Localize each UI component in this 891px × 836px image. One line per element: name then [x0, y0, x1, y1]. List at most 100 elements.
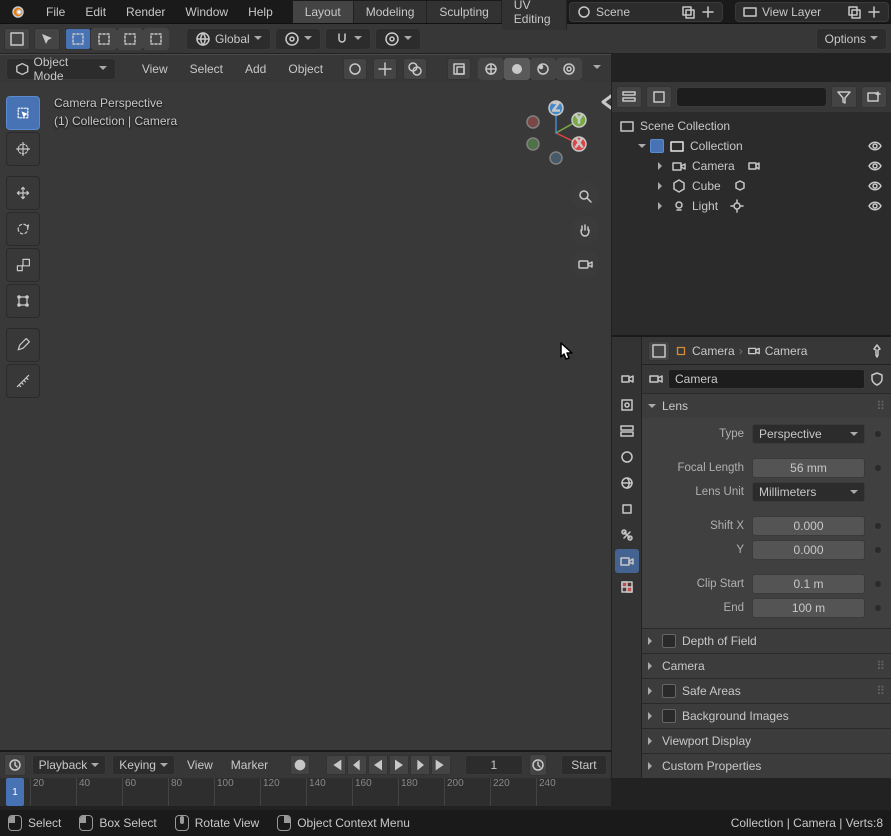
tree-item-light[interactable]: Light	[612, 196, 891, 216]
tree-scene-collection[interactable]: Scene Collection	[612, 116, 891, 136]
pin-icon[interactable]	[869, 343, 885, 359]
tool-transform[interactable]	[6, 284, 40, 318]
ptab-data-camera[interactable]	[615, 549, 639, 573]
lens-type-dropdown[interactable]: Perspective	[752, 424, 865, 444]
scene-selector[interactable]	[569, 2, 723, 22]
menu-object3d[interactable]: Object	[280, 59, 331, 79]
viewlayer-selector[interactable]	[735, 2, 889, 22]
select-mode-intersect[interactable]	[117, 28, 143, 50]
panel-lens-header[interactable]: Lens⠿	[642, 394, 891, 418]
browse-scene-icon[interactable]	[680, 4, 696, 20]
panel-customprops-header[interactable]: Custom Properties	[642, 754, 891, 778]
tool-scale[interactable]	[6, 248, 40, 282]
timeline-editor-type[interactable]	[4, 754, 26, 776]
dof-checkbox[interactable]	[662, 634, 676, 648]
new-collection-icon[interactable]	[861, 86, 887, 108]
panel-camera-header[interactable]: Camera⠿	[642, 654, 891, 678]
select-mode-extend[interactable]	[65, 28, 91, 50]
jump-end[interactable]	[431, 755, 451, 775]
datablock-name-input[interactable]	[668, 369, 865, 389]
pivot-point[interactable]	[275, 28, 321, 50]
eye-icon[interactable]	[867, 138, 883, 154]
props-editor-type[interactable]	[648, 341, 670, 361]
shading-material[interactable]	[530, 58, 556, 80]
shift-x-value[interactable]: 0.000	[752, 516, 865, 536]
new-vl-icon[interactable]	[866, 4, 882, 20]
tool-rotate[interactable]	[6, 212, 40, 246]
anim-dot[interactable]	[875, 605, 881, 611]
snap-toggle[interactable]	[325, 28, 371, 50]
breadcrumb-data[interactable]: Camera	[765, 344, 808, 358]
shading-wireframe[interactable]	[478, 58, 504, 80]
jump-prev-key[interactable]	[347, 755, 367, 775]
camera-view-gizmo[interactable]	[571, 250, 599, 278]
ptab-render[interactable]	[615, 367, 639, 391]
start-frame[interactable]: Start	[561, 755, 607, 775]
anim-dot[interactable]	[875, 523, 881, 529]
shift-y-value[interactable]: 0.000	[752, 540, 865, 560]
eye-icon[interactable]	[867, 158, 883, 174]
anim-dot[interactable]	[875, 465, 881, 471]
menu-add3d[interactable]: Add	[237, 59, 274, 79]
ptab-scene[interactable]	[615, 445, 639, 469]
overlay-popover[interactable]	[403, 58, 427, 80]
menu-window[interactable]: Window	[175, 0, 238, 23]
browse-vl-icon[interactable]	[846, 4, 862, 20]
menu-help[interactable]: Help	[238, 0, 283, 23]
panel-viewportdisplay-header[interactable]: Viewport Display	[642, 729, 891, 753]
chevron-left-icon[interactable]	[599, 94, 607, 102]
timeline-ruler[interactable]: 1 20406080100120140160180200220240	[0, 778, 611, 806]
outliner-editor-type[interactable]	[616, 86, 642, 108]
outliner-search[interactable]	[676, 87, 827, 107]
pan-gizmo[interactable]	[571, 216, 599, 244]
menu-render[interactable]: Render	[116, 0, 175, 23]
menu-file[interactable]: File	[36, 0, 75, 23]
shading-solid[interactable]	[504, 58, 530, 80]
ptab-world[interactable]	[615, 471, 639, 495]
keying-menu[interactable]: Keying	[112, 755, 175, 775]
ptab-object[interactable]	[615, 497, 639, 521]
play-reverse[interactable]	[368, 755, 388, 775]
autokey-toggle[interactable]	[290, 755, 310, 775]
ws-uvediting[interactable]: UV Editing	[502, 0, 567, 30]
anim-dot[interactable]	[875, 547, 881, 553]
object-mode-selector[interactable]: Object Mode	[6, 58, 116, 80]
eye-icon[interactable]	[867, 198, 883, 214]
menu-select3d[interactable]: Select	[182, 59, 231, 79]
anim-dot[interactable]	[875, 431, 881, 437]
ws-sculpting[interactable]: Sculpting	[427, 1, 501, 23]
eye-icon[interactable]	[867, 178, 883, 194]
viewport-options[interactable]: Options	[816, 28, 887, 50]
tool-cursor[interactable]	[6, 132, 40, 166]
select-mode-subtract[interactable]	[91, 28, 117, 50]
zoom-gizmo[interactable]	[571, 182, 599, 210]
focal-length-value[interactable]: 56 mm	[752, 458, 865, 478]
collection-enable-checkbox[interactable]	[650, 139, 664, 153]
anim-dot[interactable]	[875, 581, 881, 587]
current-frame[interactable]: 1	[465, 755, 522, 775]
frame-range-lock[interactable]	[529, 754, 547, 776]
lens-unit-dropdown[interactable]: Millimeters	[752, 482, 865, 502]
viewlayer-input[interactable]	[762, 5, 842, 19]
shading-rendered[interactable]	[556, 58, 582, 80]
safeareas-checkbox[interactable]	[662, 684, 676, 698]
tool-measure[interactable]	[6, 364, 40, 398]
ws-layout[interactable]: Layout	[293, 1, 354, 23]
outliner-display-mode[interactable]	[646, 86, 672, 108]
blender-logo[interactable]	[0, 0, 36, 23]
ptab-texture[interactable]	[615, 575, 639, 599]
timeline-marker[interactable]: Marker	[225, 758, 274, 772]
timeline-view[interactable]: View	[181, 758, 219, 772]
clip-end-value[interactable]: 100 m	[752, 598, 865, 618]
scene-input[interactable]	[596, 5, 676, 19]
menu-view3d[interactable]: View	[134, 59, 176, 79]
visibility-popover[interactable]	[343, 58, 367, 80]
panel-bgimages-header[interactable]: Background Images	[642, 704, 891, 728]
axis-gizmo[interactable]: X Y Z	[519, 96, 593, 170]
viewport-3d[interactable]: Camera Perspective (1) Collection | Came…	[0, 82, 611, 778]
select-mode-invert[interactable]	[143, 28, 169, 50]
transform-orientation[interactable]: Global	[186, 28, 271, 50]
ptab-constraints[interactable]	[615, 523, 639, 547]
ws-modeling[interactable]: Modeling	[354, 1, 428, 23]
panel-dof-header[interactable]: Depth of Field	[642, 629, 891, 653]
